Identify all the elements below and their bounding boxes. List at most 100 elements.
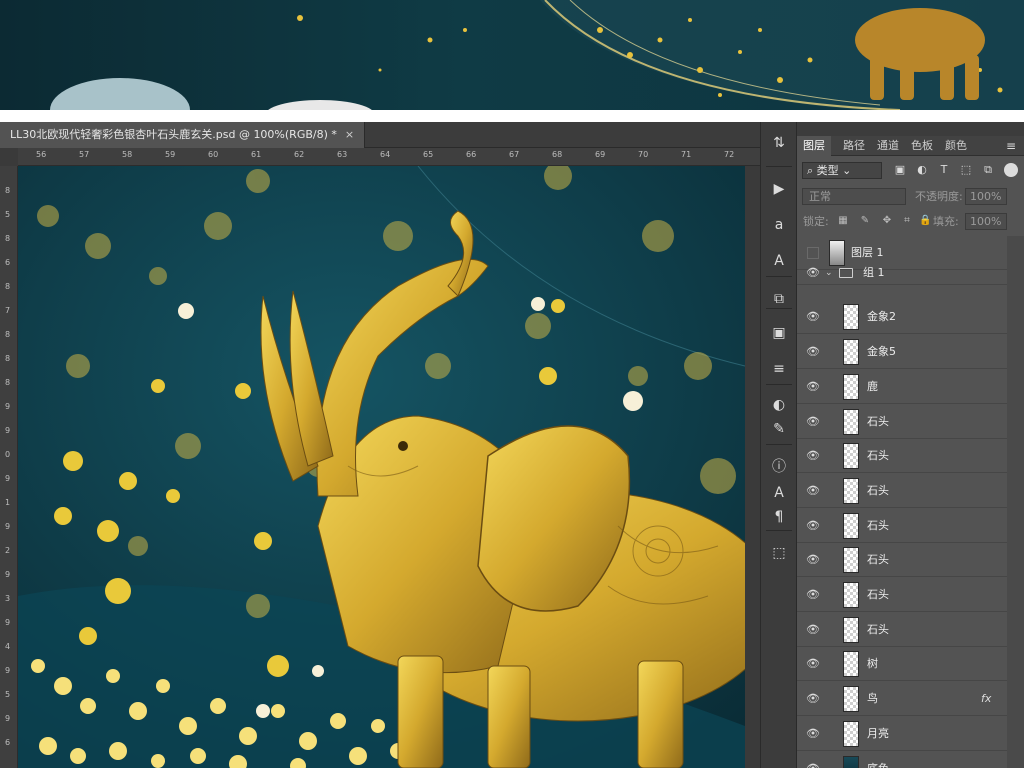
layer-thumbnail[interactable] (843, 339, 859, 366)
3d-icon[interactable]: ⬚ (767, 542, 791, 564)
folder-icon (839, 267, 853, 278)
layer-row[interactable]: 👁 树 (797, 647, 1007, 682)
lock-paint-icon[interactable]: ✎ (859, 215, 871, 227)
layer-thumbnail[interactable] (843, 547, 859, 574)
eye-icon[interactable]: 👁 (805, 657, 821, 671)
fx-badge[interactable]: fx (981, 682, 991, 716)
layer-row[interactable]: 👁 石头 (797, 578, 1007, 612)
tab-paths[interactable]: 路径 (837, 136, 871, 156)
ruler-tick-label: 65 (423, 150, 434, 159)
eye-icon[interactable]: 👁 (805, 345, 821, 359)
layer-row[interactable]: 👁 金象2 (797, 300, 1007, 335)
eye-icon[interactable]: 👁 (805, 623, 821, 637)
properties-icon[interactable]: ▣ (767, 322, 791, 344)
layer-thumbnail[interactable] (843, 720, 859, 747)
lock-transparent-icon[interactable]: ▦ (837, 215, 849, 227)
tab-color[interactable]: 颜色 (939, 136, 973, 156)
filter-toggle[interactable] (1004, 163, 1018, 177)
layer-row[interactable]: 👁 石头 (797, 613, 1007, 647)
shape-filter-icon[interactable]: ⬚ (959, 163, 973, 177)
tab-layers[interactable]: 图层 (797, 136, 831, 156)
layer-row[interactable]: 👁 鸟 fx (797, 682, 1007, 717)
history-brush-icon[interactable]: ⇅ (767, 132, 791, 154)
layer-row[interactable]: 👁 石头 (797, 509, 1007, 543)
layer-thumbnail[interactable] (843, 373, 859, 400)
layer-row[interactable]: 👁 鹿 (797, 370, 1007, 404)
horizontal-ruler[interactable]: 56 57 58 59 60 61 62 63 64 65 66 67 68 69 70 71 72 (18, 148, 760, 166)
layers-scrollbar[interactable] (1007, 236, 1024, 768)
info-icon[interactable]: ⓘ (767, 456, 791, 478)
ruler-tick-label: 9 (5, 618, 11, 627)
layer-row[interactable]: 👁 金象5 (797, 335, 1007, 370)
ruler-tick-label: 61 (251, 150, 262, 159)
layer-row[interactable]: 👁 石头 (797, 543, 1007, 578)
layer-name: 树 (867, 657, 878, 671)
eye-icon[interactable]: 👁 (805, 553, 821, 567)
eye-icon[interactable]: 👁 (805, 380, 821, 394)
play-icon[interactable]: ▶ (767, 178, 791, 200)
layer-thumbnail[interactable] (843, 443, 859, 470)
panel-header[interactable] (797, 122, 1024, 136)
eye-icon[interactable]: 👁 (805, 484, 821, 498)
layer-row[interactable]: 👁 月亮 (797, 717, 1007, 751)
layer-thumbnail[interactable] (843, 755, 859, 768)
fill-input[interactable]: 100% (965, 213, 1007, 230)
eye-icon[interactable]: 👁 (805, 519, 821, 533)
eye-icon[interactable]: 👁 (805, 310, 821, 324)
tab-swatches[interactable]: 色板 (905, 136, 939, 156)
paragraph-icon[interactable]: ¶ (767, 506, 791, 528)
layer-group-row[interactable]: 👁 ⌄ 组 1 (797, 261, 1007, 285)
eye-icon[interactable]: 👁 (805, 588, 821, 602)
layer-row[interactable]: 👁 石头 (797, 439, 1007, 474)
type-tool-icon[interactable]: A (767, 250, 791, 272)
layer-filter-select[interactable]: ⌕ 类型 ⌄ (802, 162, 882, 179)
eye-icon[interactable]: 👁 (805, 692, 821, 706)
tab-channels[interactable]: 通道 (871, 136, 905, 156)
lock-all-icon[interactable]: 🔒 (919, 215, 931, 227)
layer-thumbnail[interactable] (843, 477, 859, 504)
tool-separator (766, 308, 792, 309)
layer-row[interactable]: 👁 石头 (797, 474, 1007, 508)
type-icon[interactable]: A (767, 482, 791, 504)
layer-thumbnail[interactable] (843, 582, 859, 608)
type-filter-icon[interactable]: T (937, 163, 951, 177)
blend-mode-select[interactable]: 正常 (802, 188, 906, 205)
smart-object-filter-icon[interactable]: ⧉ (981, 163, 995, 177)
layer-thumbnail[interactable] (843, 512, 859, 539)
close-icon[interactable]: × (345, 128, 354, 141)
layer-row[interactable]: 👁 石头 (797, 405, 1007, 439)
document-canvas[interactable] (18, 166, 745, 768)
lock-artboard-icon[interactable]: ⌗ (901, 215, 913, 227)
character-style-icon[interactable]: a (767, 214, 791, 236)
vertical-ruler[interactable]: 8 5 8 6 8 7 8 8 8 9 9 0 9 1 9 2 9 3 9 4 9 5 9 6 (0, 166, 18, 768)
ruler-tick-label: 5 (5, 210, 11, 219)
lock-position-icon[interactable]: ✥ (881, 215, 893, 227)
pixel-filter-icon[interactable]: ▣ (893, 163, 907, 177)
layer-thumbnail[interactable] (843, 686, 859, 713)
ruler-tick-label: 8 (5, 186, 11, 195)
eye-icon[interactable]: 👁 (805, 449, 821, 463)
eye-icon[interactable]: 👁 (805, 415, 821, 429)
eye-icon[interactable]: 👁 (805, 727, 821, 741)
eye-icon[interactable]: 👁 (805, 266, 821, 280)
visibility-off-box[interactable] (807, 247, 819, 259)
brush-settings-icon[interactable]: ✎ (767, 418, 791, 440)
canvas-vertical-scrollbar[interactable] (745, 166, 760, 768)
layer-name: 月亮 (867, 726, 889, 740)
chevron-down-icon[interactable]: ⌄ (825, 261, 833, 285)
adjustments-icon[interactable]: ≡ (767, 358, 791, 380)
color-circle-icon[interactable]: ◐ (767, 394, 791, 416)
layer-thumbnail[interactable] (843, 616, 859, 643)
layer-thumbnail[interactable] (843, 304, 859, 331)
opacity-input[interactable]: 100% (965, 188, 1007, 205)
layer-thumbnail[interactable] (843, 651, 859, 678)
layer-row[interactable]: 👁 底色 (797, 752, 1007, 768)
panel-menu-icon[interactable]: ≡ (1004, 136, 1018, 156)
layer-thumbnail[interactable] (843, 408, 859, 435)
ruler-tick-label: 56 (36, 150, 47, 159)
clone-source-icon[interactable]: ⧉ (767, 288, 791, 310)
document-tab[interactable]: LL30北欧现代轻奢彩色银杏叶石头鹿玄关.psd @ 100%(RGB/8) *… (0, 122, 366, 148)
eye-icon[interactable]: 👁 (805, 762, 821, 768)
adjustment-filter-icon[interactable]: ◐ (915, 163, 929, 177)
ruler-tick-label: 5 (5, 690, 11, 699)
